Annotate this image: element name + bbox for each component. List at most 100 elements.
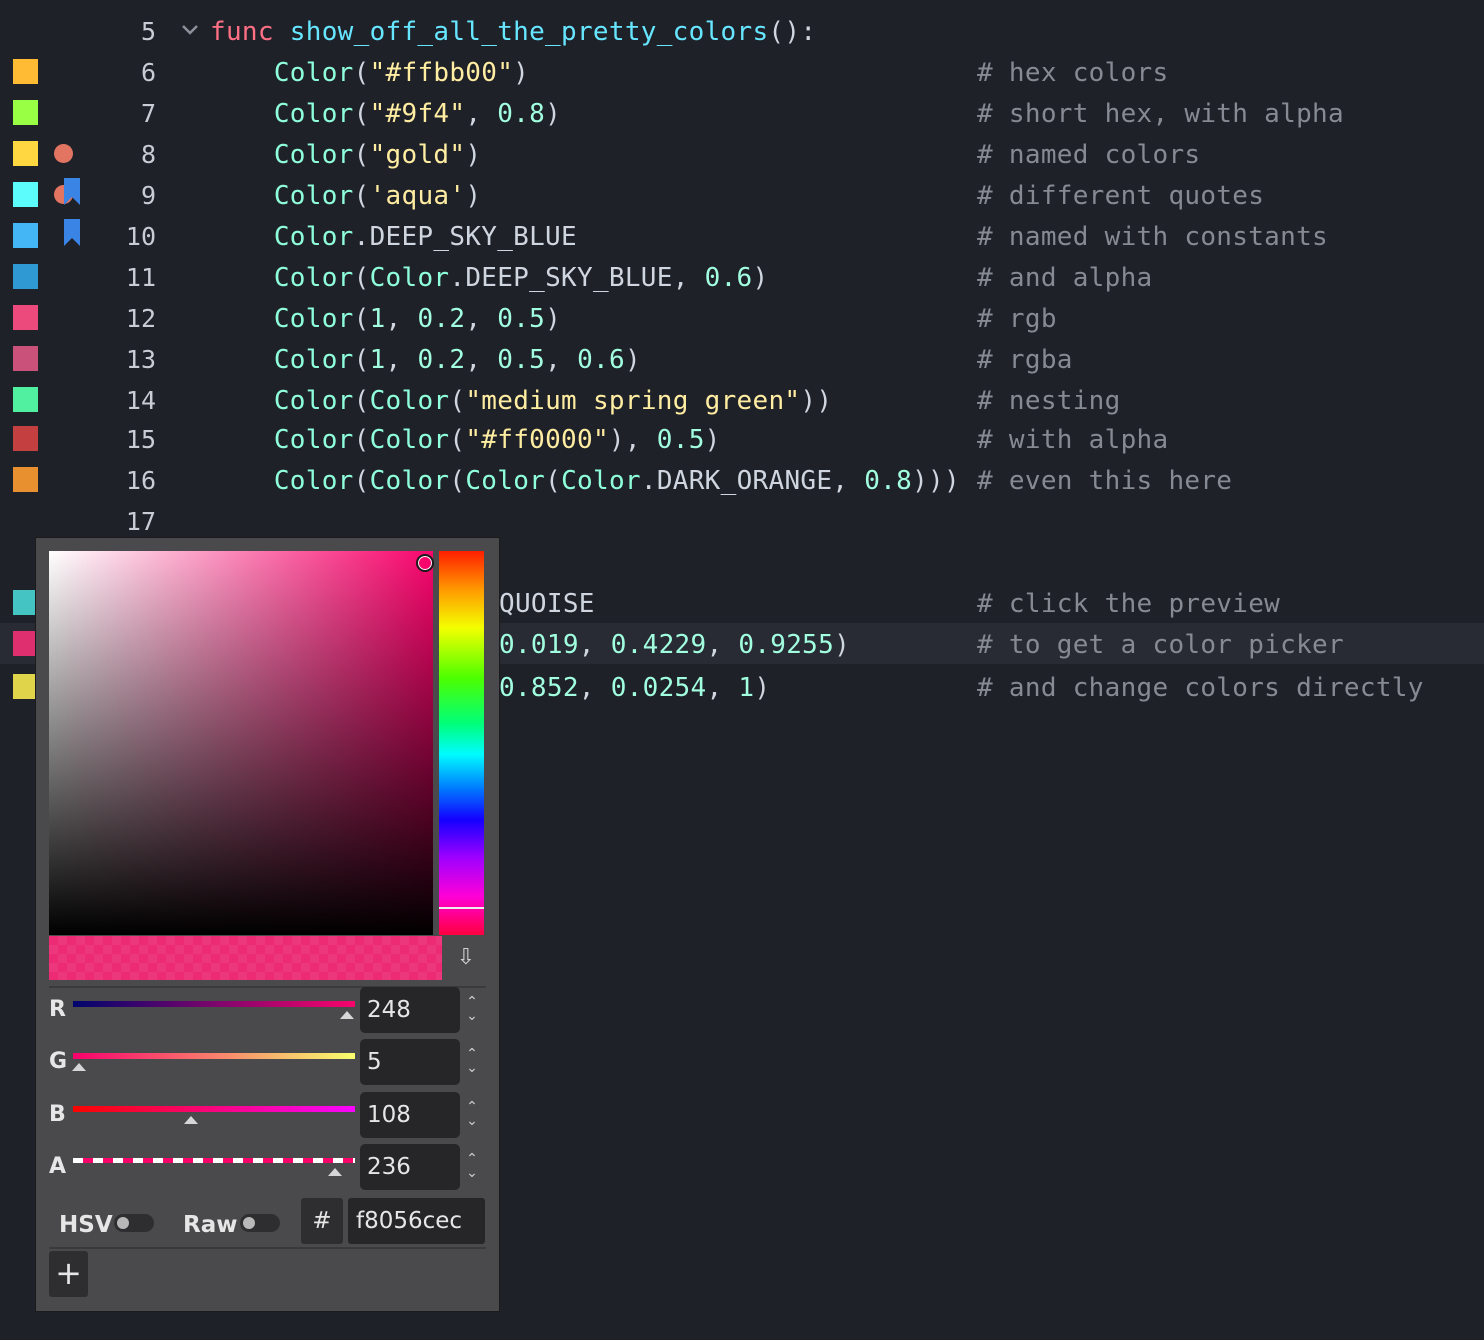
code-token: 'aqua' — [369, 181, 466, 211]
spin-arrows-icon[interactable]: ⌃ ⌄ — [463, 1152, 481, 1182]
slider-label: B — [49, 1102, 66, 1127]
spin-arrows-icon[interactable]: ⌃ ⌄ — [463, 1047, 481, 1077]
raw-label: Raw — [183, 1212, 238, 1238]
color-swatch[interactable]: #99ff44 — [13, 100, 38, 125]
code-line[interactable]: #99ff44 7 Color("#9f4", 0.8) # short hex, … — [0, 92, 1484, 133]
hue-marker[interactable] — [439, 907, 484, 909]
code-token: , — [706, 630, 739, 660]
code-text: Color(Color("medium spring green")) — [210, 387, 832, 415]
hex-input[interactable]: f8056cec — [348, 1198, 485, 1244]
code-token: Color — [273, 263, 354, 293]
code-line[interactable]: 17 — [0, 500, 1484, 541]
color-swatch[interactable]: #5cfcfc — [13, 182, 38, 207]
code-line[interactable]: #2e99d311 Color(Color.DEEP_SKY_BLUE, 0.6… — [0, 256, 1484, 297]
code-token: ( — [353, 466, 370, 496]
code-comment: # named with constants — [977, 222, 1328, 252]
spin-arrows-icon[interactable]: ⌃ ⌄ — [463, 995, 481, 1025]
bookmark-icon[interactable] — [64, 178, 80, 205]
slider-handle[interactable] — [184, 1116, 198, 1124]
eyedropper-icon[interactable]: ⇩ — [453, 940, 479, 976]
code-line[interactable]: #ffbb33 6 Color("#ffbb00") # hex colors — [0, 51, 1484, 92]
code-token: )) — [800, 386, 833, 416]
color-swatch[interactable]: #44b6f6 — [13, 223, 38, 248]
code-comment: # different quotes — [977, 181, 1265, 211]
code-token: "#9f4" — [369, 99, 466, 129]
spin-arrows-icon[interactable]: ⌃ ⌄ — [463, 1100, 481, 1130]
bookmark-icon[interactable] — [64, 219, 80, 246]
code-line[interactable]: #44b6f6 10 Color.DEEP_SKY_BLUE # named wit… — [0, 215, 1484, 256]
color-swatch[interactable]: #c44040 — [13, 426, 38, 451]
code-text: Color(1, 0.2, 0.5, 0.6) — [210, 346, 641, 374]
code-token: 1 — [738, 673, 755, 703]
hex-mode-button[interactable]: # — [301, 1198, 343, 1244]
code-line[interactable]: 5 func show_off_all_the_pretty_colors(): — [0, 10, 1484, 51]
slider-handle[interactable] — [72, 1063, 86, 1071]
code-line[interactable]: #c4404015 Color(Color("#ff0000"), 0.5)# … — [0, 418, 1484, 459]
line-number: 9 — [140, 181, 156, 210]
code-token: Color — [465, 466, 546, 496]
code-token: ))) — [912, 466, 960, 496]
code-line[interactable]: #51f0a0 14 Color(Color("medium spring gre… — [0, 379, 1484, 420]
code-comment: # click the preview — [977, 589, 1281, 619]
code-token: , — [385, 345, 418, 375]
code-token: , — [465, 304, 498, 334]
raw-toggle[interactable] — [240, 1214, 280, 1232]
color-swatch[interactable]: #ec4a7c — [13, 305, 38, 330]
code-line[interactable]: #ec4a7c 12 Color(1, 0.2, 0.5) # rgb — [0, 297, 1484, 338]
code-comment: # with alpha — [977, 425, 1169, 455]
sv-cursor[interactable] — [416, 554, 434, 572]
code-token: ( — [353, 304, 370, 334]
slider-track[interactable] — [73, 1158, 355, 1163]
code-token: 0.8 — [864, 466, 913, 496]
code-text: func show_off_all_the_pretty_colors(): — [210, 18, 816, 46]
saturation-value-field[interactable] — [49, 551, 433, 935]
code-token: show_off_all_the_pretty_colors — [289, 17, 769, 47]
color-swatch[interactable]: #51f0a0 — [13, 387, 38, 412]
code-comment: # nesting — [977, 386, 1121, 416]
code-line[interactable]: #c9517a 13 Color(1, 0.2, 0.5, 0.6) # rgba — [0, 338, 1484, 379]
color-swatch[interactable]: #ffd740 — [13, 141, 38, 166]
value-spinbox[interactable]: 248 — [360, 987, 460, 1033]
color-swatch[interactable]: #c9517a — [13, 346, 38, 371]
code-text: Color(1, 0.2, 0.5) — [210, 305, 561, 333]
color-swatch[interactable]: #2e99d3 — [13, 264, 38, 289]
value-spinbox[interactable]: 5 — [360, 1039, 460, 1085]
slider-handle[interactable] — [328, 1168, 342, 1176]
code-token: ( — [353, 140, 370, 170]
line-number: 17 — [125, 507, 156, 536]
code-text: Color(Color("#ff0000"), 0.5) — [210, 426, 721, 454]
code-token: Color — [561, 466, 641, 496]
value-spinbox[interactable]: 108 — [360, 1092, 460, 1138]
fold-chevron-icon[interactable] — [180, 24, 200, 36]
code-text: QUOISE — [499, 590, 595, 618]
slider-track[interactable] — [73, 1053, 355, 1059]
slider-track[interactable] — [73, 1001, 355, 1007]
hue-slider[interactable] — [439, 551, 484, 935]
code-token: 1 — [369, 345, 386, 375]
color-swatch[interactable]: #ffbb33 — [13, 59, 38, 84]
code-token: Color — [273, 181, 354, 211]
code-token: 0.8 — [497, 99, 546, 129]
code-token: ( — [449, 425, 466, 455]
code-line[interactable]: #5cfcfc 9 Color('aqua') # different quotes — [0, 174, 1484, 215]
code-line[interactable]: #ffd740 8 Color("gold") # named colors — [0, 133, 1484, 174]
slider-track[interactable] — [73, 1106, 355, 1112]
code-token: (): — [768, 17, 817, 47]
line-number: 14 — [125, 386, 156, 415]
breakpoint-icon[interactable] — [54, 144, 73, 163]
hsv-toggle[interactable] — [114, 1214, 154, 1232]
slider-handle[interactable] — [340, 1011, 354, 1019]
code-token: 1 — [369, 304, 386, 334]
color-swatch[interactable]: #e8902f — [13, 467, 38, 492]
code-line[interactable]: #e8902f16 Color(Color(Color(Color.DARK_O… — [0, 459, 1484, 500]
alpha-checker — [49, 936, 442, 980]
value-spinbox[interactable]: 236 — [360, 1144, 460, 1190]
add-preset-button[interactable]: + — [49, 1251, 88, 1297]
code-token: Color — [273, 222, 354, 252]
line-number: 13 — [125, 345, 156, 374]
code-token: Color — [273, 466, 354, 496]
